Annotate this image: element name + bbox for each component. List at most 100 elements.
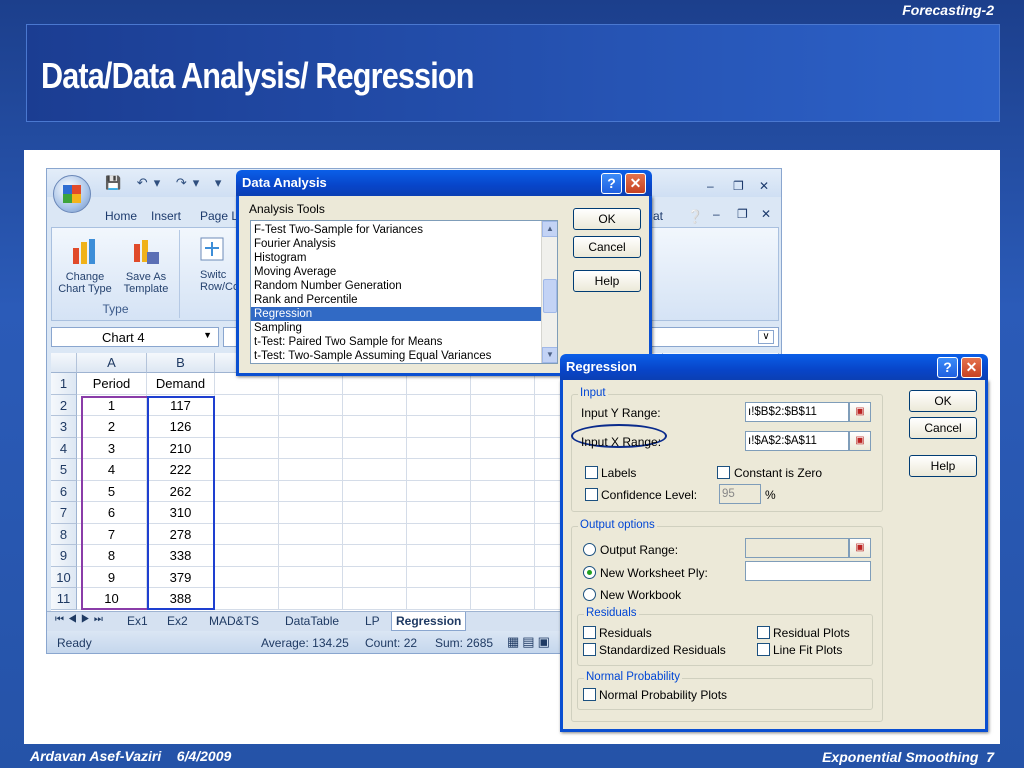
cell[interactable]	[215, 459, 279, 481]
close-icon[interactable]: ✕	[961, 357, 982, 378]
cell[interactable]	[343, 545, 407, 567]
input-x-range-field[interactable]: ı!$A$2:$A$11	[745, 431, 849, 451]
cell[interactable]	[343, 437, 407, 459]
standardized-residuals-checkbox[interactable]	[583, 643, 596, 656]
confidence-level-field[interactable]: 95	[719, 484, 761, 504]
cell[interactable]	[343, 373, 407, 395]
sheet-tab[interactable]: Ex1	[123, 614, 152, 628]
cell[interactable]	[343, 480, 407, 502]
help-button[interactable]: Help	[909, 455, 977, 477]
help-icon[interactable]: ?	[937, 357, 958, 378]
tab-format[interactable]: at	[653, 209, 663, 223]
cell[interactable]	[407, 588, 471, 610]
cell[interactable]	[407, 373, 471, 395]
change-chart-type-button[interactable]: Change Chart Type	[56, 232, 114, 295]
scroll-up-icon[interactable]: ▲	[542, 221, 557, 237]
select-all-corner[interactable]	[51, 353, 77, 373]
labels-checkbox[interactable]	[585, 466, 598, 479]
cell[interactable]	[407, 459, 471, 481]
cell[interactable]	[279, 416, 343, 438]
collapse-dialog-icon[interactable]: ▣	[849, 431, 871, 451]
cell[interactable]	[343, 416, 407, 438]
row-header[interactable]: 7	[51, 502, 77, 524]
cell[interactable]	[471, 566, 535, 588]
line-fit-plots-checkbox[interactable]	[757, 643, 770, 656]
cell[interactable]	[343, 523, 407, 545]
row-header[interactable]: 4	[51, 437, 77, 459]
cell[interactable]	[407, 394, 471, 416]
cell[interactable]: Demand	[147, 373, 215, 395]
row-header[interactable]: 11	[51, 588, 77, 610]
save-as-template-button[interactable]: Save As Template	[116, 232, 176, 295]
cell[interactable]	[471, 588, 535, 610]
sheet-tab-active[interactable]: Regression	[391, 612, 467, 631]
normal-plots-checkbox[interactable]	[583, 688, 596, 701]
confidence-level-checkbox[interactable]	[585, 488, 598, 501]
output-range-field[interactable]	[745, 538, 849, 558]
collapse-dialog-icon[interactable]: ▣	[849, 538, 871, 558]
window-close-icon[interactable]: ✕	[759, 179, 769, 193]
analysis-tools-list[interactable]: F-Test Two-Sample for Variances Fourier A…	[250, 220, 558, 364]
cell[interactable]	[215, 588, 279, 610]
cell[interactable]	[407, 480, 471, 502]
cell[interactable]	[279, 437, 343, 459]
cancel-button[interactable]: Cancel	[909, 417, 977, 439]
sheet-tab[interactable]: Ex2	[163, 614, 192, 628]
row-header[interactable]: 6	[51, 480, 77, 502]
cell[interactable]	[407, 523, 471, 545]
cell[interactable]	[215, 523, 279, 545]
row-header[interactable]: 10	[51, 566, 77, 588]
analysis-tool-item[interactable]: Histogram	[251, 251, 557, 265]
cell[interactable]	[471, 523, 535, 545]
ok-button[interactable]: OK	[909, 390, 977, 412]
cell[interactable]	[343, 502, 407, 524]
cell[interactable]	[407, 437, 471, 459]
sheet-tab[interactable]: MAD&TS	[205, 614, 263, 628]
input-y-range-field[interactable]: ı!$B$2:$B$11	[745, 402, 849, 422]
cell[interactable]	[343, 566, 407, 588]
cell[interactable]	[215, 545, 279, 567]
output-range-radio[interactable]	[583, 543, 596, 556]
cancel-button[interactable]: Cancel	[573, 236, 641, 258]
window-restore-icon[interactable]: ❐	[733, 179, 744, 193]
cell[interactable]	[215, 566, 279, 588]
cell[interactable]	[279, 373, 343, 395]
row-header[interactable]: 8	[51, 523, 77, 545]
cell[interactable]	[215, 480, 279, 502]
cell[interactable]	[407, 545, 471, 567]
collapse-dialog-icon[interactable]: ▣	[849, 402, 871, 422]
chevron-down-icon[interactable]: ▼	[203, 330, 212, 340]
sheet-nav-icon[interactable]: ⏮◀▶⏭	[51, 614, 111, 625]
help-icon[interactable]: ❔	[687, 209, 703, 225]
cell[interactable]	[407, 416, 471, 438]
cell[interactable]	[471, 502, 535, 524]
help-button[interactable]: Help	[573, 270, 641, 292]
row-header[interactable]: 1	[51, 373, 77, 395]
cell[interactable]	[343, 459, 407, 481]
cell[interactable]	[471, 394, 535, 416]
cell[interactable]	[215, 373, 279, 395]
cell[interactable]	[471, 416, 535, 438]
tab-insert[interactable]: Insert	[151, 209, 181, 223]
help-icon[interactable]: ?	[601, 173, 622, 194]
close-icon[interactable]: ✕	[625, 173, 646, 194]
cell[interactable]	[279, 523, 343, 545]
new-workbook-radio[interactable]	[583, 588, 596, 601]
analysis-tool-item[interactable]: Rank and Percentile	[251, 293, 557, 307]
expand-formula-icon[interactable]: ∨	[758, 330, 774, 344]
name-box[interactable]: Chart 4 ▼	[51, 327, 219, 347]
row-header[interactable]: 9	[51, 545, 77, 567]
sheet-tab[interactable]: LP	[361, 614, 384, 628]
tools-scrollbar[interactable]: ▲ ▼	[541, 221, 557, 363]
cell[interactable]	[343, 394, 407, 416]
analysis-tool-item[interactable]: Random Number Generation	[251, 279, 557, 293]
ribbon-close-icon[interactable]: ✕	[761, 207, 771, 221]
row-header[interactable]: 5	[51, 459, 77, 481]
ribbon-minimize-icon[interactable]: –	[713, 207, 720, 221]
view-buttons-icon[interactable]: ▦▤▣	[507, 634, 553, 650]
cell[interactable]: Period	[77, 373, 147, 395]
residual-plots-checkbox[interactable]	[757, 626, 770, 639]
new-worksheet-radio[interactable]	[583, 566, 596, 579]
cell[interactable]	[279, 588, 343, 610]
window-minimize-icon[interactable]: –	[707, 179, 714, 193]
